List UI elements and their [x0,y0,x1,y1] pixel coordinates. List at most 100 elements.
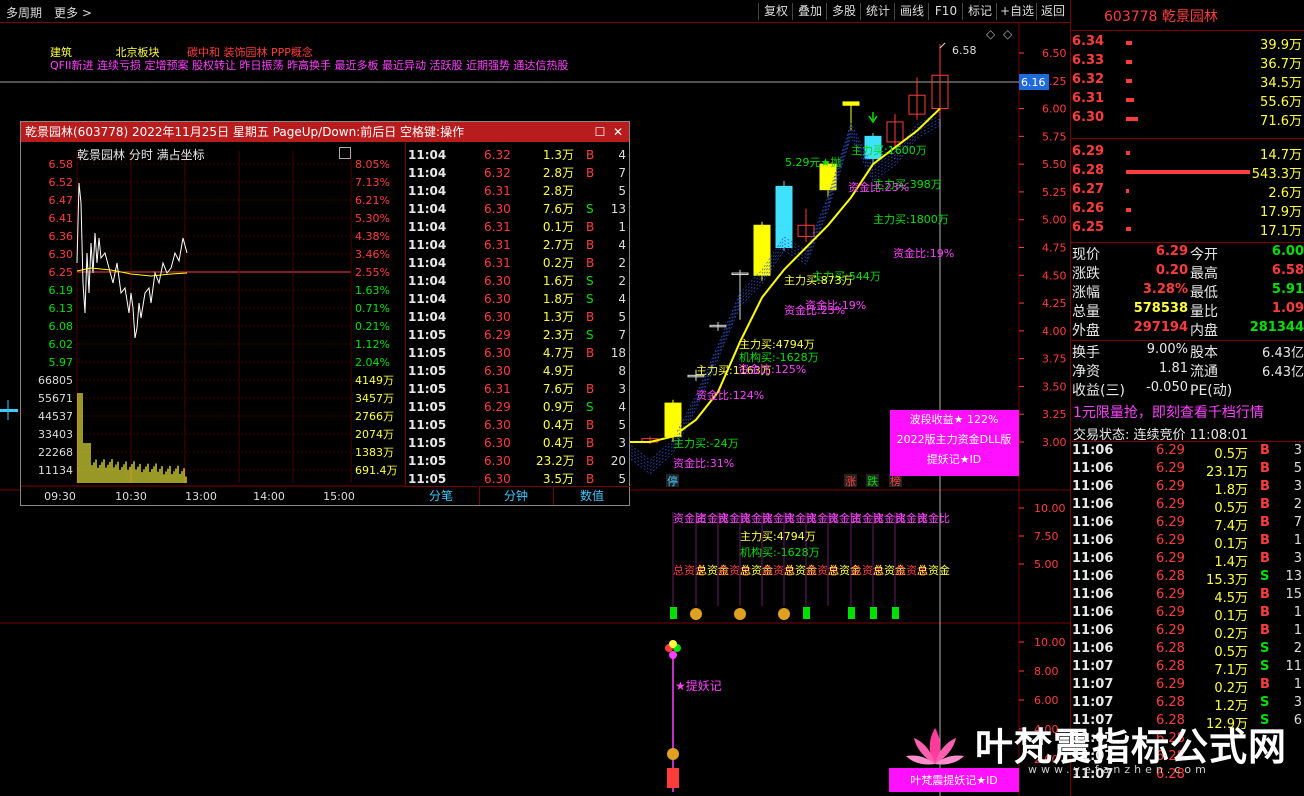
promo-link[interactable]: 1元限量抢，即刻查看千档行情 [1073,402,1264,422]
tick-time: 11:06 [1072,641,1114,656]
tick-price: 6.28 [1156,695,1185,710]
kline-annotation: 主力买:873万 [784,274,853,287]
signal-dots-icon [669,651,677,659]
intraday-chart[interactable]: 6.58 8.05% 6.52 7.13% 6.47 6.21% 6.41 5.30% 6.36… [21,143,405,504]
toolbar-button[interactable]: 返回 [1036,3,1069,20]
tick-side: B [1260,497,1270,512]
tick-row: 11:05 6.30 0.4万 B 3 [406,434,630,452]
kline-annotation: 资金比:125% [738,362,806,376]
toolbar-button[interactable]: 复权 [758,3,793,20]
bid-volume: 17.9万 [1260,205,1302,220]
toolbar-button[interactable]: +自选 [996,3,1037,20]
tick-count: 2 [1293,641,1302,656]
tick-price: 6.29 [1156,461,1185,476]
sub2-label: ★提妖记 [675,678,722,693]
tick-volume: 0.2万 [542,256,574,270]
tick-price: 6.28 [1156,641,1185,656]
toolbar-button[interactable]: F10 [928,3,963,20]
tick-price: 6.30 [484,310,511,324]
bid-volume-bar [1126,227,1131,231]
tick-side: S [586,202,594,216]
bid-price: 6.26 [1072,201,1105,216]
tick-count: 3 [618,436,626,450]
intraday-popup-window[interactable]: 乾景园林(603778) 2022年11月25日 星期五 PageUp/Down… [20,121,630,506]
tick-price: 6.29 [1156,497,1185,512]
stat-label: 净资 [1072,364,1100,380]
tick-time: 11:05 [408,436,447,450]
concept-tags-line2[interactable]: QFII新进 连续亏损 定增预案 股权转让 昨日振荡 昨高换手 最近多板 最近异… [50,57,568,73]
tick-row: 11:04 6.30 7.6万 S 13 [406,200,630,218]
ask-price: 6.31 [1072,91,1105,106]
tick-count: 5 [1293,461,1302,476]
tab-minute[interactable]: 分钟 [479,486,552,505]
tick-side: S [586,292,594,306]
tick-time: 11:04 [408,310,447,324]
tick-time: 11:05 [408,454,447,468]
pct-level-label: 1.63% [355,284,390,297]
sub1-bar [803,607,810,619]
stat-label: 最高 [1190,266,1218,282]
tick-side: S [1260,569,1270,584]
tick-time: 11:06 [1072,515,1114,530]
vol-level-label: 66805 [38,374,73,387]
tick-time: 11:04 [408,184,447,198]
sub1-axis-label: 7.50 [1034,530,1059,543]
amt-level-label: 2766万 [355,410,394,423]
toolbar-button[interactable]: 叠加 [792,3,827,20]
toolbar-button[interactable]: 统计 [860,3,895,20]
tick-side: B [1260,623,1270,638]
price-axis-label: 4.50 [1042,269,1067,282]
multi-period-button[interactable]: 多周期 [6,4,42,21]
amt-level-label: 691.4万 [355,464,398,477]
tab-values[interactable]: 数值 [553,486,630,505]
maximize-icon[interactable]: ☐ [593,122,607,142]
tick-time: 11:07 [1072,659,1114,674]
close-icon[interactable]: ✕ [611,122,625,142]
tick-count: 15 [1285,587,1302,602]
tick-volume: 0.1万 [1214,609,1248,624]
tick-side: B [1260,587,1270,602]
tick-side: B [586,418,595,432]
tick-price: 6.30 [484,202,511,216]
tick-side: B [586,166,595,180]
tick-time: 11:06 [1072,479,1114,494]
tick-volume: 7.1万 [1214,663,1248,678]
chart-toggle-icon[interactable] [339,147,351,159]
tick-price: 6.28 [1156,659,1185,674]
tick-count: 2 [1293,497,1302,512]
tick-count: 2 [618,256,626,270]
tick-volume: 4.5万 [1214,591,1248,606]
stat-label: 外盘 [1072,323,1100,339]
tick-price: 6.30 [484,364,511,378]
ask-volume-bar [1126,98,1135,102]
kline-annotation: 主力买:4794万 [739,338,815,351]
more-button[interactable]: 更多 > [54,4,92,21]
pct-level-label: 6.21% [355,194,390,207]
toolbar-button[interactable]: 多股 [826,3,861,20]
ask-price: 6.33 [1072,53,1105,68]
tick-volume: 23.1万 [1206,465,1248,480]
money-bag-icon [778,608,790,620]
popup-titlebar[interactable]: 乾景园林(603778) 2022年11月25日 星期五 PageUp/Down… [21,122,629,142]
tick-row: 11:04 6.31 0.2万 B 2 [406,254,630,272]
tick-count: 13 [610,202,626,216]
tick-count: 2 [618,274,626,288]
tab-tick[interactable]: 分笔 [405,486,477,505]
sub1-label: 总资金 [917,563,950,577]
tick-count: 18 [610,346,626,360]
price-axis-label: 3.75 [1042,353,1067,366]
promo-box-text: 提妖记★ID [927,452,982,466]
toolbar-button[interactable]: 标记 [962,3,997,20]
signal-mark: 跌 [867,474,878,488]
tick-side: B [586,220,595,234]
popup-tick-list[interactable]: 11:04 6.32 1.3万 B 4 11:04 6.32 2.8万 B 7 11:04 6.31 2… [405,143,630,486]
toolbar-button[interactable]: 画线 [894,3,929,20]
time-axis-label: 10:30 [115,490,147,503]
tick-side: B [586,436,595,450]
pct-level-label: 2.55% [355,266,390,279]
tick-time: 11:06 [1072,587,1114,602]
tick-count: 7 [618,328,626,342]
tick-time: 11:06 [1072,605,1114,620]
sub2-bar [667,768,679,788]
stat-value: 6.43亿 [1262,346,1304,361]
